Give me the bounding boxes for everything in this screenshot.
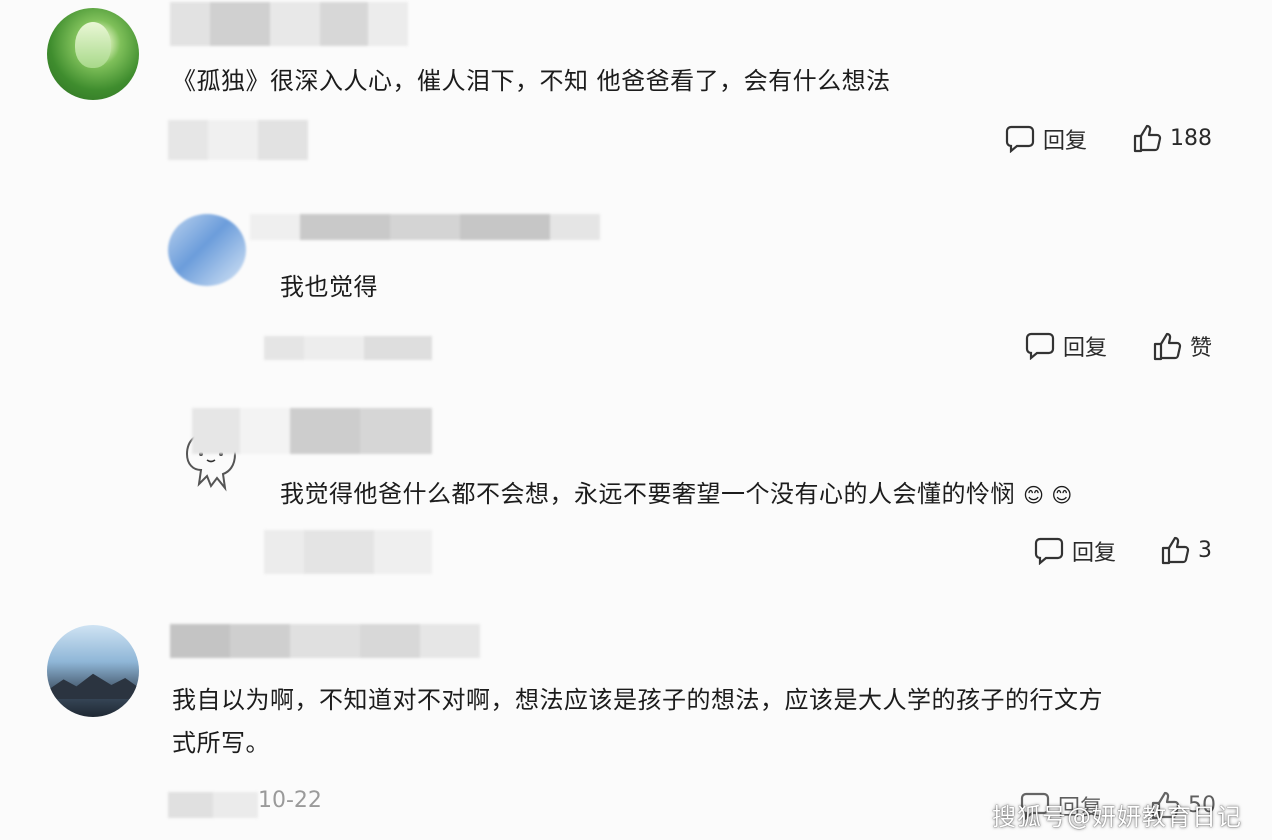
username-blurred: [250, 214, 600, 240]
comment-text-line-2: 式所写。: [172, 729, 270, 757]
avatar[interactable]: [47, 625, 139, 717]
avatar[interactable]: [47, 8, 139, 100]
timestamp-blurred: [264, 336, 432, 360]
avatar[interactable]: [168, 214, 246, 286]
like-label: 赞: [1190, 336, 1213, 361]
reply-label: 回复: [1043, 129, 1088, 154]
comment-icon: [1005, 125, 1035, 153]
comment-icon: [1034, 537, 1064, 565]
username-blurred: [170, 2, 408, 46]
comment-body: 我觉得他爸什么都不会想，永远不要奢望一个没有心的人会懂的怜悯: [280, 480, 1015, 508]
reply-label: 回复: [1072, 541, 1117, 566]
like-button[interactable]: 188: [1132, 123, 1212, 153]
reply-button[interactable]: 回复: [1034, 535, 1116, 567]
timestamp: 10-22: [258, 788, 322, 813]
watermark: 搜狐号@妍妍教育日记: [992, 803, 1242, 831]
reply-button[interactable]: 回复: [1005, 123, 1087, 155]
comment-icon: [1025, 332, 1055, 360]
comment-text: 《孤独》很深入人心，催人泪下，不知 他爸爸看了，会有什么想法: [172, 67, 891, 95]
like-count: 3: [1198, 537, 1212, 563]
like-count: 188: [1170, 125, 1212, 151]
reply-button[interactable]: 回复: [1025, 330, 1107, 362]
timestamp-blurred: [168, 792, 258, 818]
comment-text-line-1: 我自以为啊，不知道对不对啊，想法应该是孩子的想法，应该是大人学的孩子的行文方: [172, 686, 1103, 714]
username-blurred: [170, 624, 480, 658]
emoji: 😊 😊: [1023, 483, 1073, 507]
timestamp-blurred: [264, 530, 432, 574]
thumbs-up-icon: [1161, 536, 1190, 565]
comment-text: 我也觉得: [280, 273, 378, 301]
thumbs-up-icon: [1153, 332, 1182, 361]
like-button[interactable]: 赞: [1152, 330, 1212, 362]
comment-text: 我觉得他爸什么都不会想，永远不要奢望一个没有心的人会懂的怜悯 😊 😊: [280, 473, 1073, 516]
reply-label: 回复: [1063, 336, 1108, 361]
like-button[interactable]: 3: [1160, 535, 1212, 565]
thumbs-up-icon: [1133, 124, 1162, 153]
timestamp-blurred: [168, 120, 308, 160]
username-blurred: [192, 408, 432, 454]
